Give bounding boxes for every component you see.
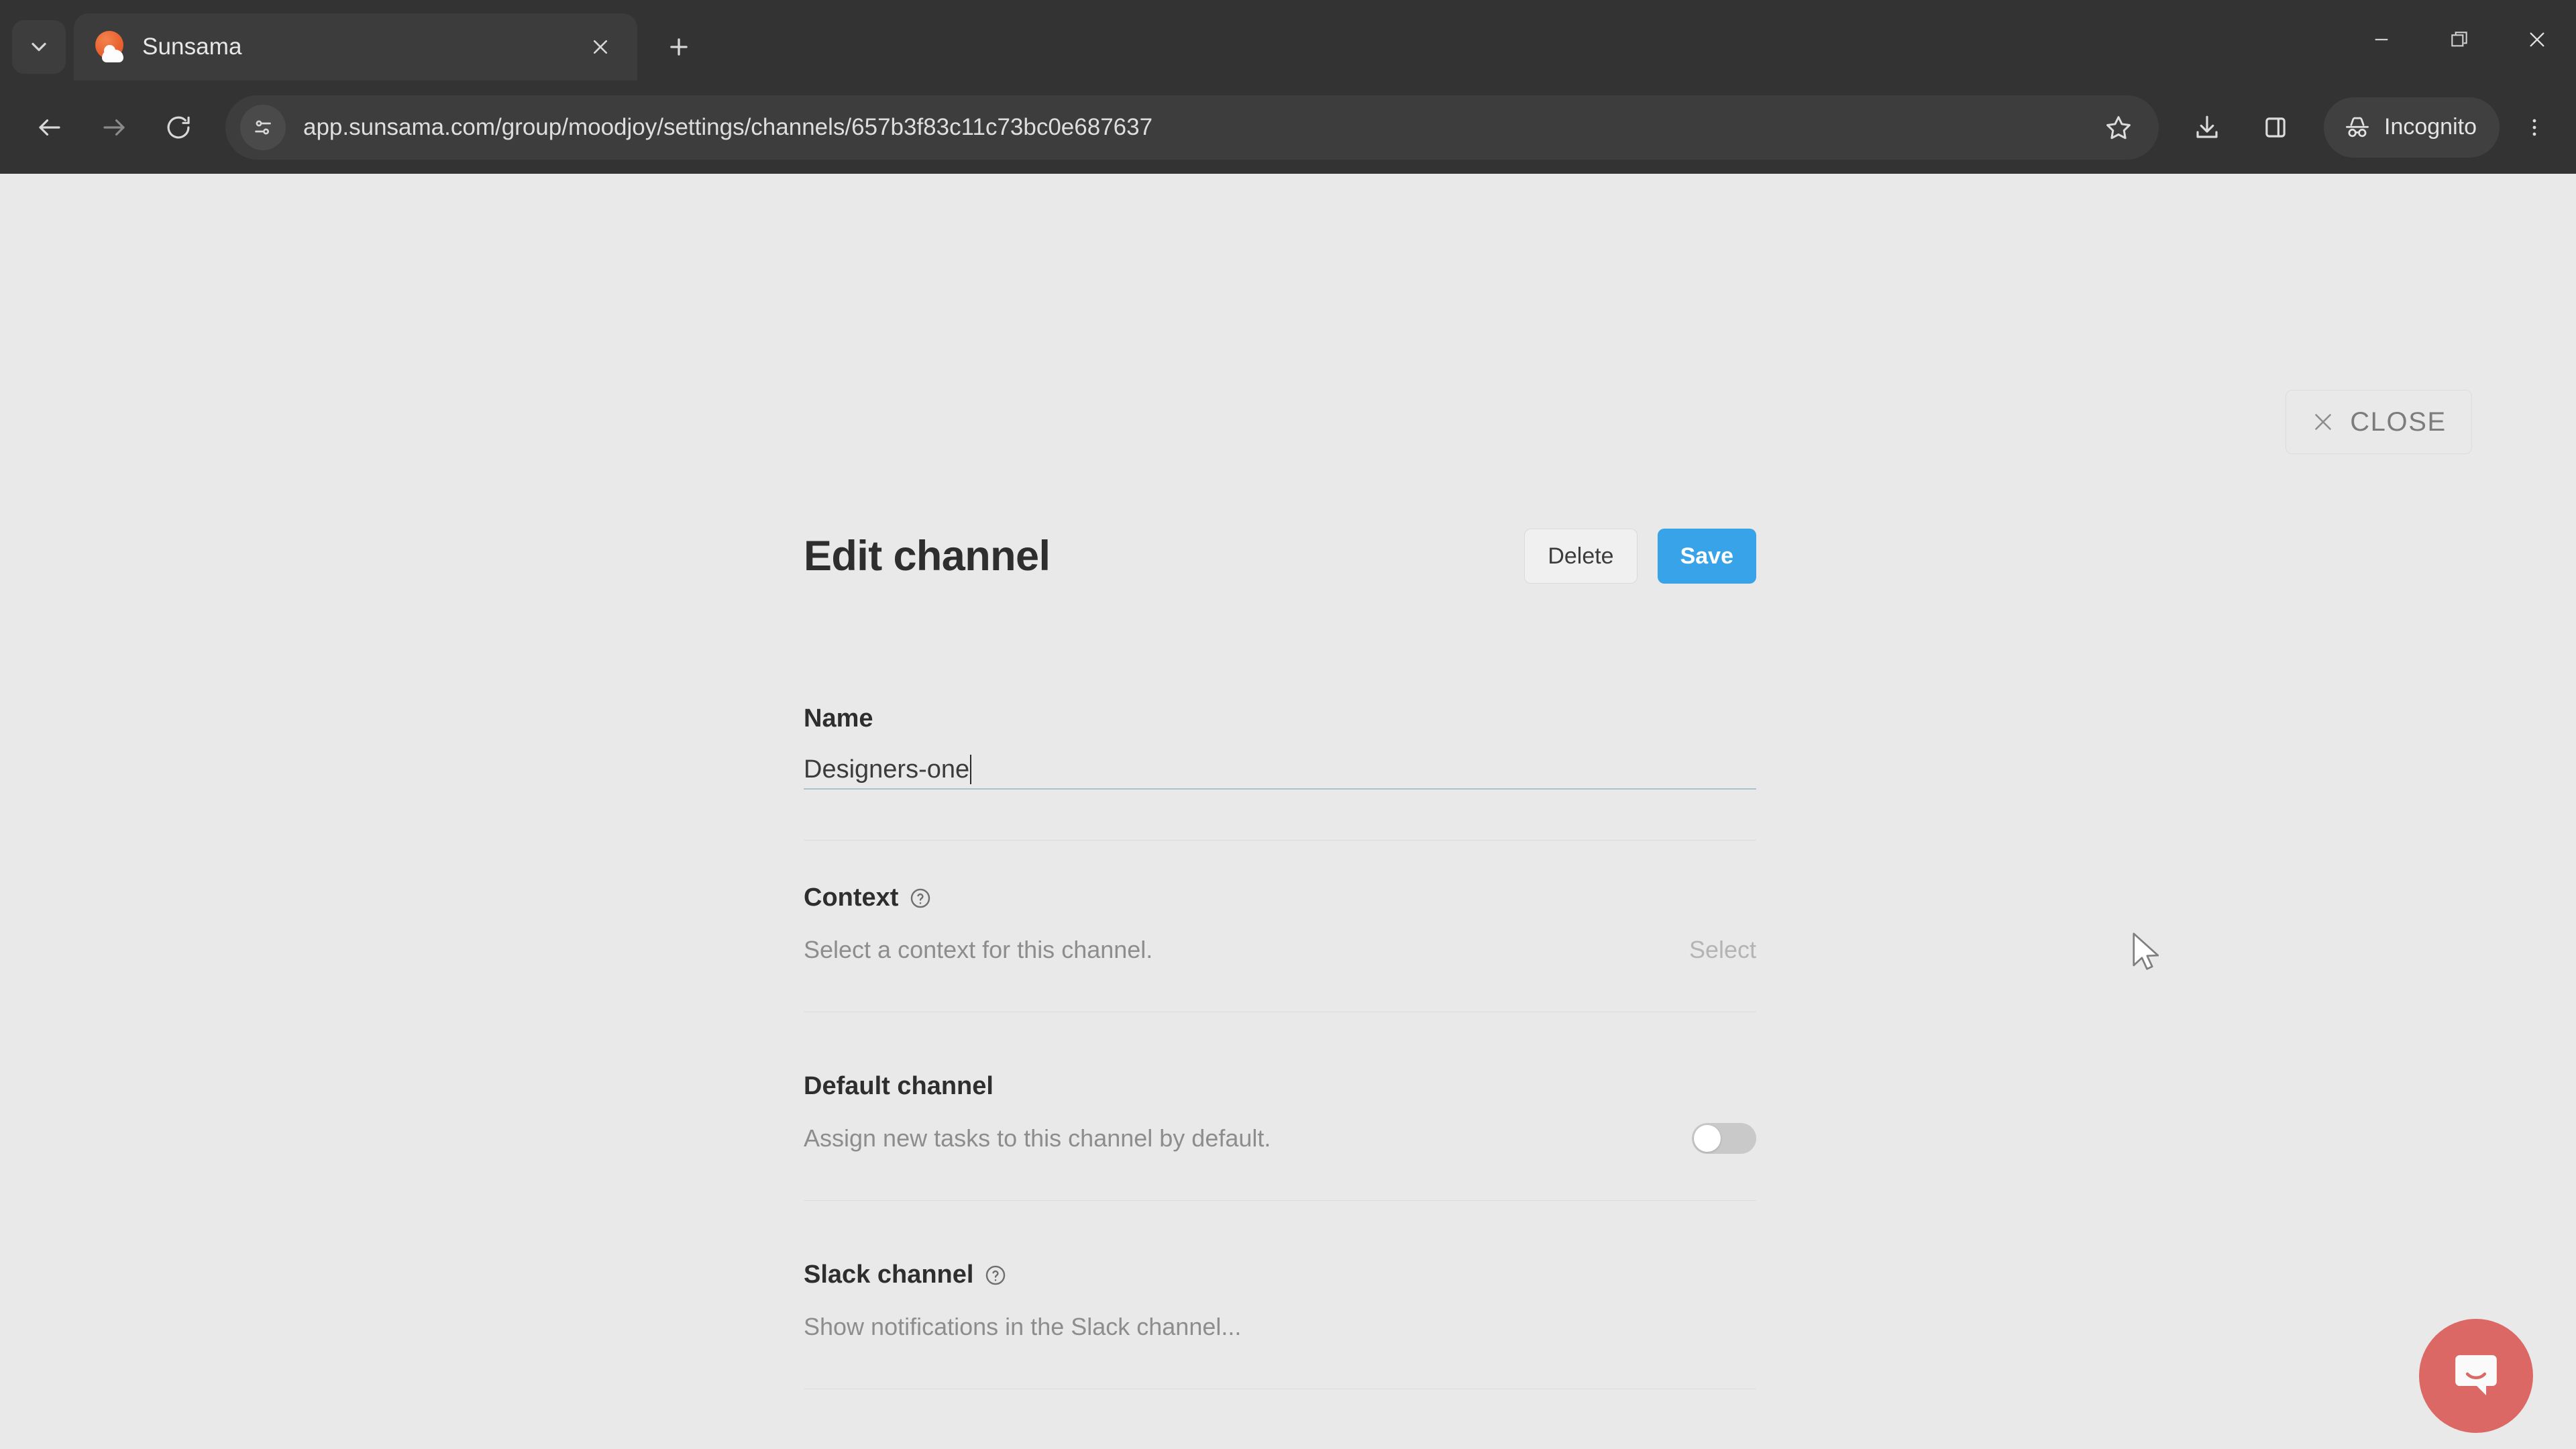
default-channel-toggle[interactable] (1692, 1123, 1756, 1154)
name-input[interactable]: Designers-one (804, 751, 1756, 790)
close-icon (593, 40, 608, 54)
context-label: Context (804, 883, 1756, 912)
address-bar[interactable]: app.sunsama.com/group/moodjoy/settings/c… (225, 95, 2159, 160)
close-x-icon (2315, 414, 2331, 430)
default-channel-label-text: Default channel (804, 1072, 994, 1100)
tab-search-button[interactable] (12, 20, 66, 74)
question-circle-icon[interactable] (984, 1264, 1007, 1287)
section-default-channel: Default channel Assign new tasks to this… (804, 1072, 1756, 1201)
slack-channel-label: Slack channel (804, 1260, 1756, 1289)
bookmark-button[interactable] (2090, 99, 2147, 156)
restore-icon (2451, 32, 2467, 47)
save-button[interactable]: Save (1657, 529, 1756, 584)
name-label: Name (804, 704, 873, 733)
incognito-hat-glasses-icon (2346, 117, 2369, 137)
context-select-label: Select (1688, 936, 1756, 963)
window-maximize-button[interactable] (2420, 0, 2498, 79)
back-arrow-icon (39, 119, 60, 136)
context-select-button[interactable]: Select (1689, 936, 1756, 964)
name-field-group: Name Designers-one (804, 704, 1756, 790)
incognito-label: Incognito (2384, 114, 2477, 140)
window-minimize-button[interactable] (2343, 0, 2420, 79)
minimize-icon (2375, 38, 2388, 41)
default-channel-description: Assign new tasks to this channel by defa… (804, 1124, 1271, 1152)
edit-channel-panel: Edit channel Delete Save Name Designers-… (804, 174, 1756, 1449)
tab-close-button[interactable] (581, 28, 620, 66)
close-panel-button[interactable]: CLOSE (2286, 390, 2472, 454)
tune-icon (255, 120, 271, 134)
tab-title: Sunsama (142, 34, 242, 60)
panel-header-actions: Delete Save (1524, 529, 1756, 584)
context-row: Select a context for this channel. Selec… (804, 932, 1756, 967)
browser-toolbar: app.sunsama.com/group/moodjoy/settings/c… (0, 80, 2576, 174)
sunsama-favicon-icon (94, 31, 126, 63)
context-label-text: Context (804, 883, 899, 912)
section-slack-channel: Slack channel Show notifications in the … (804, 1260, 1756, 1389)
reload-icon (167, 116, 190, 138)
side-panel-icon (2265, 117, 2286, 138)
incognito-indicator[interactable]: Incognito (2324, 97, 2500, 158)
delete-button[interactable]: Delete (1524, 529, 1638, 584)
context-description: Select a context for this channel. (804, 936, 1153, 963)
question-circle-icon[interactable] (909, 887, 932, 910)
new-tab-button[interactable] (655, 23, 703, 71)
name-input-value: Designers-one (804, 755, 970, 784)
intercom-chat-icon (2455, 1355, 2497, 1396)
text-caret (970, 755, 972, 784)
tab-strip: Sunsama (0, 0, 2576, 80)
browser-chrome: Sunsama app.sunsama.com/group/moodjoy/se… (0, 0, 2576, 174)
url-text[interactable]: app.sunsama.com/group/moodjoy/settings/c… (303, 114, 2090, 141)
panel-header: Edit channel Delete Save (804, 524, 1756, 588)
slack-channel-label-text: Slack channel (804, 1260, 974, 1289)
slack-channel-description[interactable]: Show notifications in the Slack channel.… (804, 1313, 1241, 1341)
download-icon (2196, 115, 2218, 138)
default-channel-label: Default channel (804, 1072, 1756, 1101)
star-icon (2106, 115, 2131, 139)
browser-menu-button[interactable] (2508, 95, 2561, 160)
default-channel-row: Assign new tasks to this channel by defa… (804, 1121, 1756, 1156)
chevron-down-icon (32, 42, 46, 52)
downloads-button[interactable] (2175, 95, 2239, 160)
close-panel-label: CLOSE (2350, 407, 2447, 437)
page-body: CLOSE Edit channel Delete Save Name Desi… (0, 174, 2576, 1449)
slack-channel-row: Show notifications in the Slack channel.… (804, 1309, 1756, 1344)
page-title: Edit channel (804, 533, 1051, 580)
back-button[interactable] (17, 95, 82, 160)
forward-button[interactable] (82, 95, 146, 160)
browser-tab-sunsama[interactable]: Sunsama (74, 13, 637, 80)
section-context: Context Select a context for this channe… (804, 840, 1756, 1012)
plus-icon (670, 38, 688, 56)
intercom-launcher-button[interactable] (2419, 1319, 2533, 1433)
mouse-cursor (2133, 932, 2159, 970)
three-dot-menu-icon (2532, 119, 2536, 136)
site-settings-button[interactable] (240, 104, 286, 150)
reload-button[interactable] (146, 95, 211, 160)
forward-arrow-icon (103, 119, 125, 136)
side-panel-button[interactable] (2243, 95, 2308, 160)
window-controls (2343, 0, 2576, 79)
close-icon (2530, 32, 2544, 47)
window-close-button[interactable] (2498, 0, 2576, 79)
